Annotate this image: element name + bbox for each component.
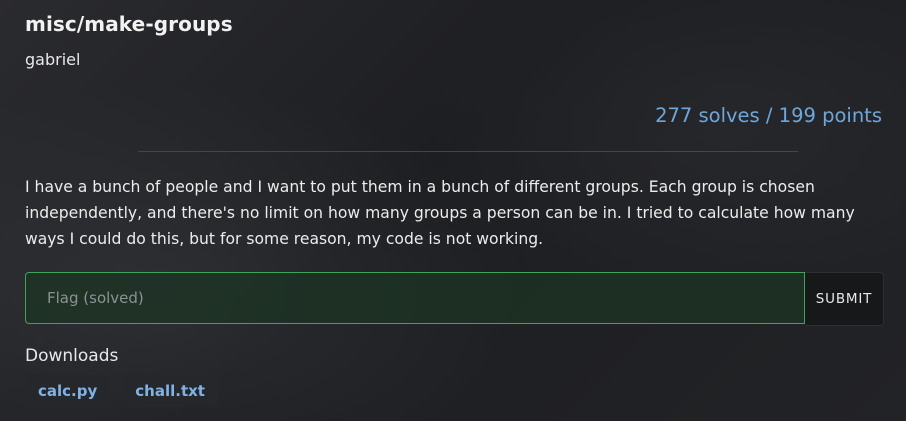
submit-button[interactable]: SUBMIT	[805, 272, 884, 326]
challenge-title: misc/make-groups	[25, 12, 233, 36]
challenge-description: I have a bunch of people and I want to p…	[25, 178, 855, 248]
challenge-author: gabriel	[25, 50, 81, 69]
challenge-stats: 277 solves / 199 points	[655, 104, 882, 127]
divider	[138, 151, 798, 152]
flag-form: SUBMIT	[25, 272, 884, 326]
flag-input[interactable]	[25, 272, 805, 324]
challenge-card: misc/make-groups gabriel 277 solves / 19…	[0, 0, 906, 421]
download-chall-txt[interactable]: chall.txt	[122, 375, 218, 407]
downloads-list: calc.py chall.txt	[25, 375, 218, 407]
download-calc-py[interactable]: calc.py	[25, 375, 111, 407]
downloads-heading: Downloads	[25, 346, 119, 366]
